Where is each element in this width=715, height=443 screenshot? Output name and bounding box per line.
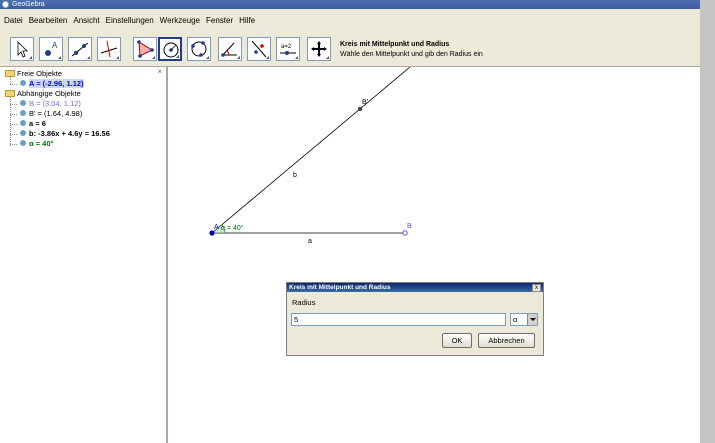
point-tool-button[interactable]: A	[39, 37, 63, 61]
algebra-item-label: a = 6	[29, 119, 46, 128]
algebra-item-label: B = (3.04, 1.12)	[29, 99, 81, 108]
visibility-ball-icon[interactable]	[20, 130, 26, 136]
algebra-item-label: A = (-2.96, 1.12)	[29, 79, 84, 88]
geogebra-app-icon	[2, 1, 9, 8]
circle-three-points-tool-button[interactable]	[187, 37, 211, 61]
algebra-item-label: B' = (1.64, 4.98)	[29, 109, 83, 118]
window-title: GeoGebra	[12, 1, 45, 8]
tool-help: Kreis mit Mittelpunkt und Radius Wähle d…	[340, 40, 483, 60]
algebra-item-b[interactable]: b: -3.86x + 4.6y = 16.56	[20, 129, 110, 138]
algebra-item-A[interactable]: A = (-2.96, 1.12)	[20, 79, 84, 88]
label-a: a	[308, 238, 312, 245]
free-objects-label: Freie Objekte	[17, 69, 63, 78]
visibility-ball-icon[interactable]	[20, 140, 26, 146]
circle-center-radius-tool-button[interactable]	[158, 37, 182, 61]
visibility-ball-icon[interactable]	[20, 80, 26, 86]
move-view-tool-button[interactable]	[307, 37, 331, 61]
angle-tool-button[interactable]	[218, 37, 242, 61]
algebra-item-alpha[interactable]: α = 40°	[20, 139, 54, 148]
algebra-view: × Freie Objekte A = (-2.96, 1.12) Abhäng…	[0, 67, 168, 443]
algebra-item-label: α = 40°	[29, 139, 54, 148]
chevron-down-icon[interactable]	[527, 314, 537, 325]
point-B-prime[interactable]	[357, 106, 363, 112]
ray-b[interactable]	[211, 67, 411, 234]
radius-dialog: Kreis mit Mittelpunkt und Radius x Radiu…	[286, 282, 544, 356]
menu-datei[interactable]: Datei	[4, 16, 23, 25]
menu-fenster[interactable]: Fenster	[206, 16, 233, 25]
perpendicular-tool-button[interactable]	[97, 37, 121, 61]
algebra-item-label: b: -3.86x + 4.6y = 16.56	[29, 129, 110, 138]
menu-einstellungen[interactable]: Einstellungen	[106, 16, 154, 25]
symbol-select-value: α	[513, 315, 518, 324]
label-B: B	[407, 223, 412, 230]
move-tool-button[interactable]	[10, 37, 34, 61]
reflect-tool-button[interactable]	[247, 37, 271, 61]
dependent-objects-label: Abhängige Objekte	[17, 89, 81, 98]
folder-icon	[5, 90, 15, 97]
polygon-tool-button[interactable]	[133, 37, 157, 61]
cancel-button[interactable]: Abbrechen	[478, 333, 535, 348]
free-objects-folder[interactable]: Freie Objekte	[5, 69, 62, 78]
label-alpha: α = 40°	[221, 224, 244, 232]
dialog-title: Kreis mit Mittelpunkt und Radius	[287, 283, 543, 292]
close-icon[interactable]: ×	[157, 67, 162, 76]
menu-ansicht[interactable]: Ansicht	[73, 16, 99, 25]
label-A: A	[214, 224, 219, 231]
slider-tool-button[interactable]: a=2	[276, 37, 300, 61]
menu-hilfe[interactable]: Hilfe	[239, 16, 255, 25]
radius-label: Radius	[292, 298, 316, 307]
tool-help-title: Kreis mit Mittelpunkt und Radius	[340, 41, 450, 48]
ok-button[interactable]: OK	[442, 333, 472, 348]
algebra-item-B-prime[interactable]: B' = (1.64, 4.98)	[20, 109, 82, 118]
svg-text:A: A	[52, 41, 58, 50]
window-right-border	[700, 0, 715, 443]
menu-bar: Datei Bearbeiten Ansicht Einstellungen W…	[0, 9, 700, 31]
point-B[interactable]	[402, 230, 408, 236]
tool-help-text: Wähle den Mittelpunkt und gib den Radius…	[340, 51, 483, 58]
window-titlebar: GeoGebra	[0, 0, 715, 9]
visibility-ball-icon[interactable]	[20, 110, 26, 116]
algebra-item-B[interactable]: B = (3.04, 1.12)	[20, 99, 81, 108]
close-icon[interactable]: x	[532, 284, 541, 292]
line-tool-button[interactable]	[68, 37, 92, 61]
radius-input[interactable]: 5	[291, 313, 506, 326]
point-A[interactable]	[209, 230, 215, 236]
graphics-view[interactable]: A B B' a b α = 40°	[170, 67, 700, 443]
menu-werkzeuge[interactable]: Werkzeuge	[160, 16, 200, 25]
dependent-objects-folder[interactable]: Abhängige Objekte	[5, 89, 81, 98]
symbol-select[interactable]: α	[510, 313, 538, 326]
menu-bearbeiten[interactable]: Bearbeiten	[29, 16, 68, 25]
algebra-item-a[interactable]: a = 6	[20, 119, 46, 128]
visibility-ball-icon[interactable]	[20, 100, 26, 106]
folder-icon	[5, 70, 15, 77]
label-b: b	[293, 172, 297, 179]
label-B-prime: B'	[362, 99, 368, 106]
visibility-ball-icon[interactable]	[20, 120, 26, 126]
svg-text:a=2: a=2	[281, 44, 292, 50]
